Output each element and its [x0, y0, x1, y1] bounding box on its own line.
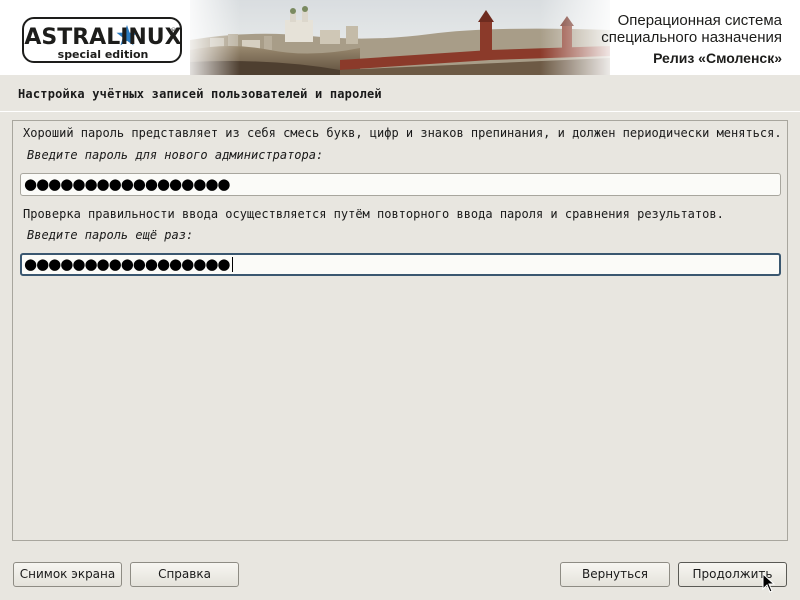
logo-subtitle: special edition	[57, 48, 149, 61]
banner-fade	[180, 0, 240, 75]
logo-text: ASTRALINUX	[24, 25, 182, 50]
password-masked-value: ●●●●●●●●●●●●●●●●●	[24, 175, 231, 193]
help-button[interactable]: Справка	[130, 562, 239, 587]
registered-mark: ®	[170, 27, 177, 35]
mouse-pointer-icon	[762, 573, 776, 593]
page-title: Настройка учётных записей пользователей …	[18, 87, 382, 101]
text-caret	[231, 257, 233, 272]
verify-prompt-label: Введите пароль ещё раз:	[27, 228, 194, 242]
intro-text: Хороший пароль представляет из себя смес…	[23, 126, 782, 140]
product-description: Операционная система специального назнач…	[601, 12, 782, 67]
back-button[interactable]: Вернуться	[560, 562, 670, 587]
product-line-2: специального назначения	[601, 29, 782, 46]
header-banner: ASTRALINUX ® special edition Операционна…	[0, 0, 800, 75]
password-input[interactable]: ●●●●●●●●●●●●●●●●●	[20, 173, 781, 196]
password-confirm-input[interactable]: ●●●●●●●●●●●●●●●●●	[20, 253, 781, 276]
screenshot-button[interactable]: Снимок экрана	[13, 562, 122, 587]
content-panel: Хороший пароль представляет из себя смес…	[12, 120, 788, 541]
password-confirm-masked-value: ●●●●●●●●●●●●●●●●●	[24, 255, 231, 273]
product-line-1: Операционная система	[617, 12, 782, 29]
release-name: Релиз «Смоленск»	[653, 50, 782, 66]
title-divider	[0, 111, 800, 112]
verify-description: Проверка правильности ввода осуществляет…	[23, 207, 724, 221]
astralinux-logo: ASTRALINUX ® special edition	[22, 17, 182, 63]
password-prompt-label: Введите пароль для нового администратора…	[27, 148, 324, 162]
